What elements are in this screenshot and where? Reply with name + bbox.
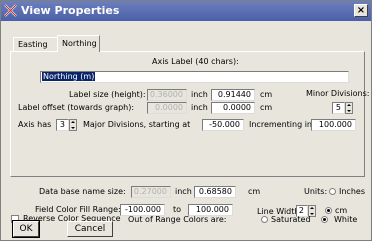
db-name-size-label: Data base name size: xyxy=(39,187,126,196)
axis-label-caption: Axis Label (40 chars): xyxy=(152,57,239,66)
incrementing-label: Incrementing in xyxy=(249,120,312,129)
close-button[interactable]: × xyxy=(354,4,368,17)
start-value-input[interactable]: -50.000 xyxy=(202,119,244,131)
white-radio[interactable] xyxy=(321,216,328,223)
units-inches-radio[interactable] xyxy=(329,188,336,195)
app-icon xyxy=(4,4,17,17)
label-offset-inch-input[interactable]: 0.0000 xyxy=(147,102,187,114)
major-divisions-label: Major Divisions, starting at xyxy=(83,120,191,129)
northing-tab-panel: Axis Label (40 chars): Northing (m) Labe… xyxy=(10,51,369,177)
label-offset-cm-input[interactable]: 0.0000 xyxy=(211,102,255,114)
minor-divisions-spinner[interactable] xyxy=(345,102,353,114)
major-divisions-spinner[interactable] xyxy=(69,119,77,131)
major-divisions-input[interactable]: 3 xyxy=(56,119,69,131)
increment-input[interactable]: 100.000 xyxy=(311,119,356,131)
axis-has-label: Axis has xyxy=(18,120,52,129)
minor-divisions-input[interactable]: 5 xyxy=(332,102,345,114)
label-size-inch-unit: inch xyxy=(191,90,208,99)
db-name-size-inch-unit: inch xyxy=(175,187,192,196)
window-title: View Properties xyxy=(21,4,120,17)
db-name-size-cm-input[interactable]: 0.68580 xyxy=(194,186,236,198)
tab-northing[interactable]: Northing xyxy=(57,35,100,52)
axis-label-value: Northing (m) xyxy=(42,72,96,81)
label-size-cm-unit: cm xyxy=(260,90,273,99)
label-size-inch-input[interactable]: 0.36000 xyxy=(147,89,187,101)
cancel-button[interactable]: Cancel xyxy=(67,221,113,237)
units-label: Units: xyxy=(304,187,328,196)
axis-label-input[interactable]: Northing (m) xyxy=(40,71,349,83)
db-name-size-inch-input[interactable]: 0.27000 xyxy=(131,186,171,198)
title-bar[interactable]: View Properties × xyxy=(1,1,371,21)
label-offset-label: Label offset (towards graph): xyxy=(18,103,135,112)
db-name-size-cm-unit: cm xyxy=(248,187,261,196)
out-of-range-label: Out of Range Colors are: xyxy=(128,215,227,224)
label-offset-cm-unit: cm xyxy=(260,103,273,112)
label-size-cm-input[interactable]: 0.91440 xyxy=(211,89,255,101)
saturated-radio[interactable] xyxy=(261,216,268,223)
white-label: White xyxy=(334,215,358,224)
units-cm-radio[interactable] xyxy=(325,207,332,214)
units-inches-label: Inches xyxy=(339,187,365,196)
view-properties-dialog: View Properties × Easting Northing Axis … xyxy=(0,0,372,241)
ok-button[interactable]: OK xyxy=(12,220,40,238)
minor-divisions-label: Minor Divisions: xyxy=(306,89,370,98)
label-offset-inch-unit: inch xyxy=(191,103,208,112)
tab-easting[interactable]: Easting xyxy=(13,37,57,51)
saturated-label: Saturated xyxy=(271,215,311,224)
label-size-label: Label size (height): xyxy=(69,90,146,99)
